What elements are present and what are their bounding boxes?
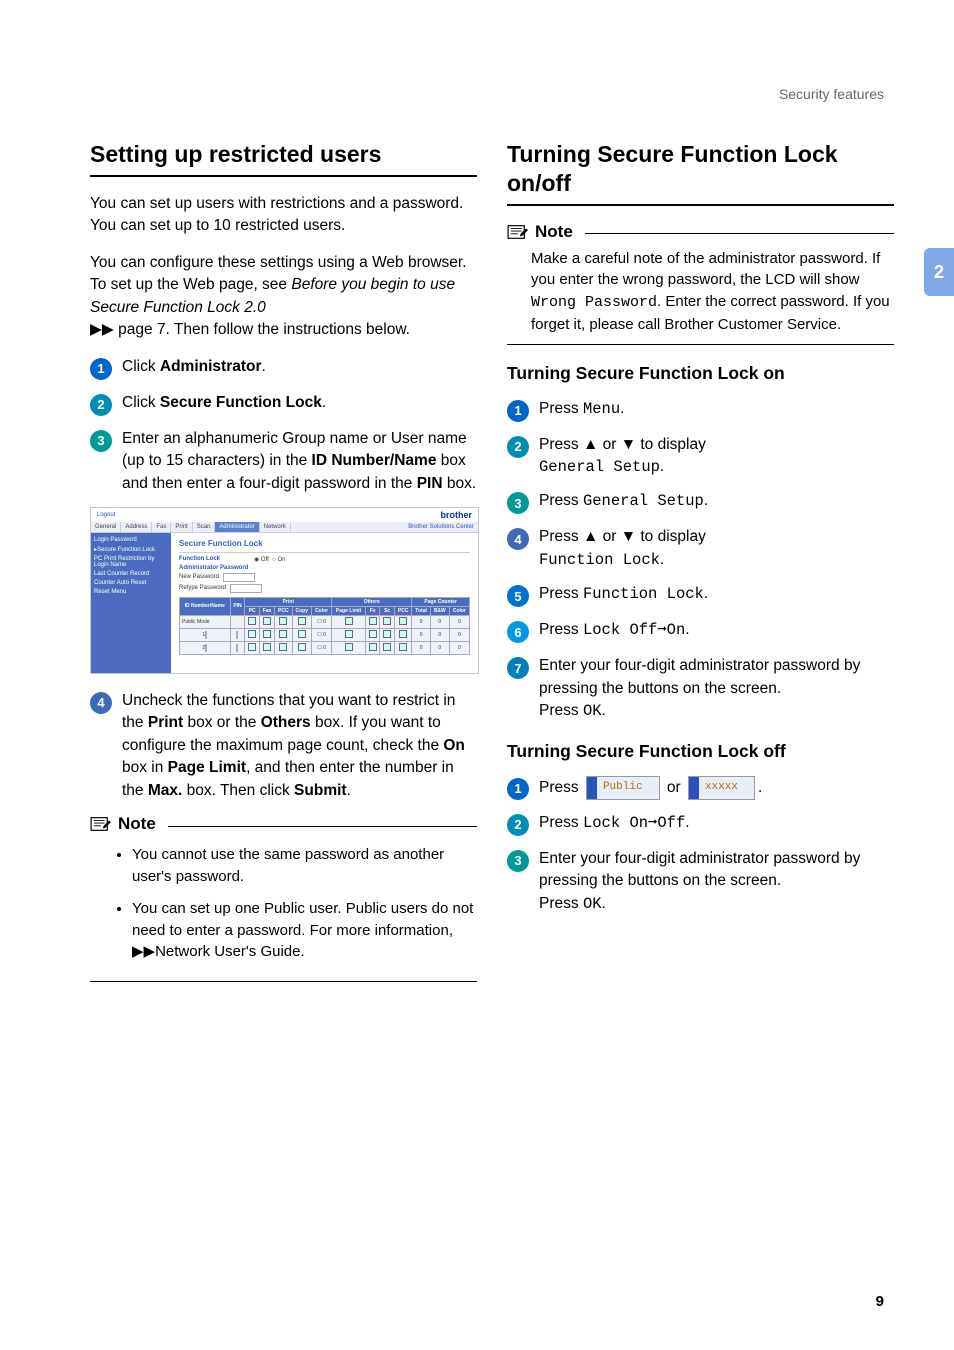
step-badge: 4 <box>507 528 529 550</box>
on-step-4: 4 Press ▲ or ▼ to display Function Lock. <box>507 526 894 571</box>
page-number: 9 <box>876 1293 884 1310</box>
right-column: Turning Secure Function Lock on/off Note… <box>507 140 894 998</box>
lcd-button-user: xxxxx <box>688 776 755 800</box>
subheading-on: Turning Secure Function Lock on <box>507 363 894 384</box>
admin-screenshot: Logout brother General Address Fax Print… <box>90 507 479 674</box>
on-step-2: 2 Press ▲ or ▼ to display General Setup. <box>507 434 894 479</box>
scr-sidebar: Login Password ▸Secure Function Lock PC … <box>91 533 171 673</box>
off-step-2: 2 Press Lock On➞Off. <box>507 812 894 836</box>
step-3: 3 Enter an alphanumeric Group name or Us… <box>90 428 477 495</box>
step-badge: 2 <box>90 394 112 416</box>
on-step-7: 7 Enter your four-digit administrator pa… <box>507 655 894 722</box>
step-badge: 4 <box>90 692 112 714</box>
heading-rule <box>90 175 477 177</box>
section-heading-right: Turning Secure Function Lock on/off <box>507 140 894 198</box>
step-badge: 2 <box>507 814 529 836</box>
step-badge: 6 <box>507 621 529 643</box>
left-column: Setting up restricted users You can set … <box>90 140 477 998</box>
subheading-off: Turning Secure Function Lock off <box>507 741 894 762</box>
off-step-1: 1 Press Public or xxxxx. <box>507 776 894 800</box>
step-1: 1 Click Administrator. <box>90 356 477 380</box>
note-box: Note You cannot use the same password as… <box>90 814 477 982</box>
down-icon: ▼ <box>621 434 636 456</box>
step-badge: 2 <box>507 436 529 458</box>
step-badge: 3 <box>507 850 529 872</box>
up-icon: ▲ <box>583 526 598 548</box>
scr-table: ID Number/NamePINPrintOthersPage Counter… <box>179 597 470 655</box>
section-heading-left: Setting up restricted users <box>90 140 477 169</box>
off-step-3: 3 Enter your four-digit administrator pa… <box>507 848 894 915</box>
on-step-3: 3 Press General Setup. <box>507 490 894 514</box>
note-box: Note Make a careful note of the administ… <box>507 222 894 345</box>
step-badge: 1 <box>507 778 529 800</box>
step-badge: 5 <box>507 585 529 607</box>
on-step-5: 5 Press Function Lock. <box>507 583 894 607</box>
scr-tabs: General Address Fax Print Scan Administr… <box>91 522 478 533</box>
chapter-tab: 2 <box>924 248 954 296</box>
step-badge: 3 <box>507 492 529 514</box>
step-badge: 1 <box>507 400 529 422</box>
running-header: Security features <box>779 86 884 102</box>
note-icon <box>90 815 112 833</box>
note-bullet: You can set up one Public user. Public u… <box>132 898 477 963</box>
step-badge: 7 <box>507 657 529 679</box>
step-badge: 3 <box>90 430 112 452</box>
note-icon <box>507 223 529 241</box>
on-step-1: 1 Press Menu. <box>507 398 894 422</box>
paragraph: You can set up users with restrictions a… <box>90 193 477 238</box>
heading-rule <box>507 204 894 206</box>
paragraph: You can configure these settings using a… <box>90 252 477 342</box>
step-badge: 1 <box>90 358 112 380</box>
step-2: 2 Click Secure Function Lock. <box>90 392 477 416</box>
step-4: 4 Uncheck the functions that you want to… <box>90 690 477 802</box>
up-icon: ▲ <box>583 434 598 456</box>
note-bullet: You cannot use the same password as anot… <box>132 844 477 888</box>
on-step-6: 6 Press Lock Off➞On. <box>507 619 894 643</box>
down-icon: ▼ <box>621 526 636 548</box>
lcd-button-public: Public <box>586 776 660 800</box>
